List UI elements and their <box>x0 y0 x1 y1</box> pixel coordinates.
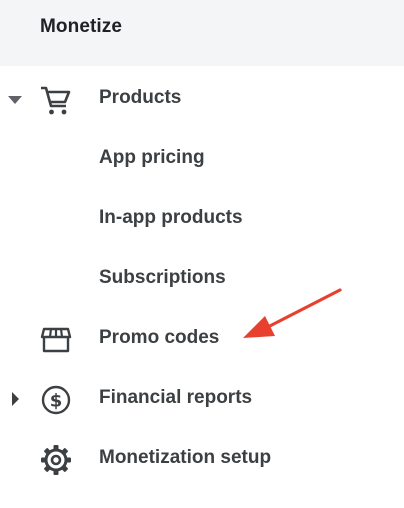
nav-label-financial-reports: Financial reports <box>99 387 253 408</box>
shopping-cart-icon <box>41 86 71 115</box>
gear-icon <box>41 445 71 475</box>
nav-label-in-app-products: In-app products <box>99 207 243 228</box>
nav-label-promo-codes: Promo codes <box>99 327 220 348</box>
nav-label-app-pricing: App pricing <box>99 147 205 168</box>
nav-item-promo-codes[interactable]: Promo codes <box>0 318 404 362</box>
nav-label-monetization-setup: Monetization setup <box>99 447 272 468</box>
nav-item-in-app-products[interactable]: In-app products <box>0 198 404 242</box>
svg-text:$: $ <box>50 391 63 412</box>
nav-item-monetization-setup[interactable]: Monetization setup <box>0 438 404 482</box>
nav-item-subscriptions[interactable]: Subscriptions <box>0 258 404 302</box>
nav-item-financial-reports[interactable]: $ Financial reports <box>0 378 404 422</box>
section-title: Monetize <box>40 16 123 37</box>
nav-item-app-pricing[interactable]: App pricing <box>0 138 404 182</box>
nav-item-products[interactable]: Products <box>0 78 404 122</box>
annotation-arrow <box>243 288 342 338</box>
storefront-icon <box>40 327 72 353</box>
dollar-circle-icon: $ <box>41 385 71 415</box>
nav-label-products: Products <box>99 87 182 108</box>
section-header: Monetize <box>0 0 404 66</box>
nav-label-subscriptions: Subscriptions <box>99 267 226 288</box>
